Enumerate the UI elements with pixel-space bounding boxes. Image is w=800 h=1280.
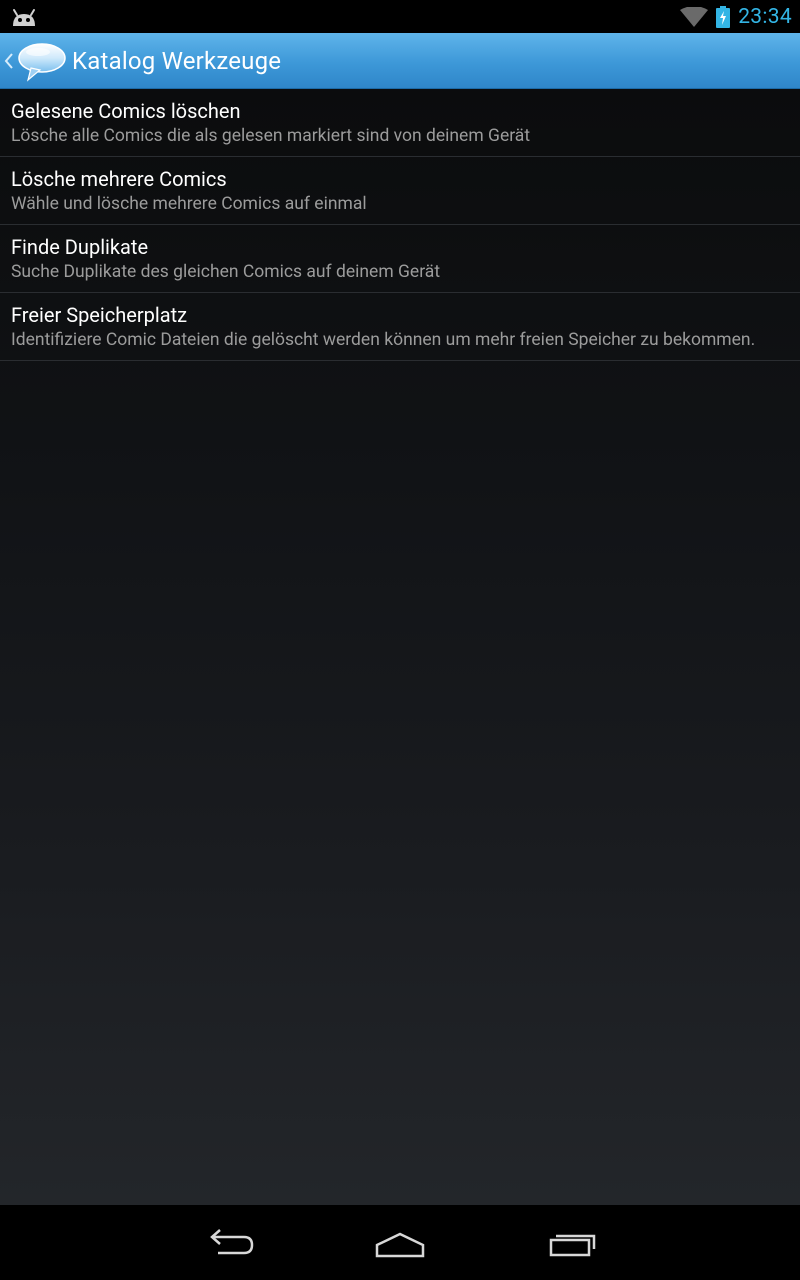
- battery-charging-icon: [716, 5, 731, 28]
- list-item-title: Gelesene Comics löschen: [11, 99, 241, 123]
- list-item-title: Freier Speicherplatz: [11, 303, 188, 327]
- page-title: Katalog Werkzeuge: [72, 46, 282, 75]
- status-icons: 23:34: [680, 0, 792, 33]
- recents-icon[interactable]: [541, 1223, 601, 1263]
- action-bar: Katalog Werkzeuge: [0, 33, 800, 89]
- list-item[interactable]: Gelesene Comics löschen Lösche alle Comic…: [0, 89, 800, 157]
- list-item-summary: Wähle und lösche mehrere Comics auf einm…: [11, 194, 367, 214]
- list-item-title: Lösche mehrere Comics: [11, 167, 227, 191]
- wifi-icon: [680, 6, 709, 27]
- list-item[interactable]: Freier Speicherplatz Identifiziere Comic …: [0, 293, 800, 361]
- navigation-bar: [0, 1205, 800, 1280]
- clock: 23:34: [738, 4, 792, 29]
- content-area: Gelesene Comics löschen Lösche alle Comic…: [0, 89, 800, 1205]
- list-item-title: Finde Duplikate: [11, 235, 149, 259]
- back-icon[interactable]: [200, 1223, 260, 1263]
- android-notification-icon: [13, 9, 35, 26]
- list-item-summary: Lösche alle Comics die als gelesen marki…: [11, 126, 531, 146]
- screen: 23:34 Katalog Werkzeuge Gelesene Comics …: [0, 0, 800, 1280]
- list-item[interactable]: Lösche mehrere Comics Wähle und lösche me…: [0, 157, 800, 225]
- status-bar: 23:34: [0, 0, 800, 33]
- speech-bubble-icon[interactable]: [16, 39, 68, 83]
- chevron-left-icon: [4, 52, 13, 69]
- list-item[interactable]: Finde Duplikate Suche Duplikate des gleic…: [0, 225, 800, 293]
- tools-list: Gelesene Comics löschen Lösche alle Comic…: [0, 89, 800, 361]
- home-icon[interactable]: [370, 1223, 430, 1263]
- list-item-summary: Suche Duplikate des gleichen Comics auf …: [11, 262, 441, 282]
- list-item-summary: Identifiziere Comic Dateien die gelöscht…: [11, 330, 756, 350]
- up-button[interactable]: [2, 33, 16, 89]
